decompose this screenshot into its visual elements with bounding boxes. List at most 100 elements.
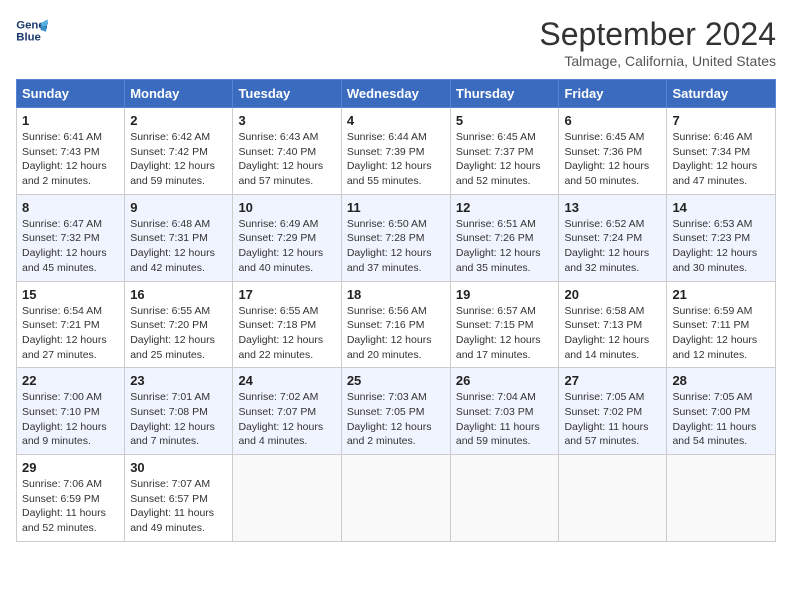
- day-info: Sunrise: 7:05 AMSunset: 7:02 PMDaylight:…: [564, 390, 661, 449]
- day-info: Sunrise: 6:45 AMSunset: 7:36 PMDaylight:…: [564, 130, 661, 189]
- day-cell: 25 Sunrise: 7:03 AMSunset: 7:05 PMDayligh…: [341, 368, 450, 455]
- day-info: Sunrise: 6:45 AMSunset: 7:37 PMDaylight:…: [456, 130, 554, 189]
- day-info: Sunrise: 6:56 AMSunset: 7:16 PMDaylight:…: [347, 304, 445, 363]
- day-cell: 22 Sunrise: 7:00 AMSunset: 7:10 PMDayligh…: [17, 368, 125, 455]
- week-row-4: 22 Sunrise: 7:00 AMSunset: 7:10 PMDayligh…: [17, 368, 776, 455]
- day-number: 1: [22, 113, 119, 128]
- weekday-header-tuesday: Tuesday: [233, 80, 341, 108]
- day-number: 30: [130, 460, 227, 475]
- day-info: Sunrise: 7:07 AMSunset: 6:57 PMDaylight:…: [130, 477, 227, 536]
- day-cell: [233, 455, 341, 542]
- weekday-header-saturday: Saturday: [667, 80, 776, 108]
- day-number: 7: [672, 113, 770, 128]
- day-info: Sunrise: 6:58 AMSunset: 7:13 PMDaylight:…: [564, 304, 661, 363]
- day-info: Sunrise: 7:05 AMSunset: 7:00 PMDaylight:…: [672, 390, 770, 449]
- day-number: 15: [22, 287, 119, 302]
- day-cell: 26 Sunrise: 7:04 AMSunset: 7:03 PMDayligh…: [450, 368, 559, 455]
- day-cell: 2 Sunrise: 6:42 AMSunset: 7:42 PMDaylight…: [125, 108, 233, 195]
- day-info: Sunrise: 6:57 AMSunset: 7:15 PMDaylight:…: [456, 304, 554, 363]
- day-number: 21: [672, 287, 770, 302]
- day-number: 3: [238, 113, 335, 128]
- svg-text:Blue: Blue: [16, 32, 41, 44]
- week-row-5: 29Sunrise: 7:06 AMSunset: 6:59 PMDayligh…: [17, 455, 776, 542]
- day-info: Sunrise: 6:48 AMSunset: 7:31 PMDaylight:…: [130, 217, 227, 276]
- day-info: Sunrise: 7:03 AMSunset: 7:05 PMDaylight:…: [347, 390, 445, 449]
- day-number: 25: [347, 373, 445, 388]
- day-info: Sunrise: 6:52 AMSunset: 7:24 PMDaylight:…: [564, 217, 661, 276]
- weekday-header-row: SundayMondayTuesdayWednesdayThursdayFrid…: [17, 80, 776, 108]
- day-cell: [341, 455, 450, 542]
- day-number: 28: [672, 373, 770, 388]
- weekday-header-friday: Friday: [559, 80, 667, 108]
- day-cell: 9 Sunrise: 6:48 AMSunset: 7:31 PMDaylight…: [125, 194, 233, 281]
- day-info: Sunrise: 6:59 AMSunset: 7:11 PMDaylight:…: [672, 304, 770, 363]
- day-info: Sunrise: 7:00 AMSunset: 7:10 PMDaylight:…: [22, 390, 119, 449]
- title-block: September 2024 Talmage, California, Unit…: [539, 16, 776, 69]
- logo-icon: General Blue: [16, 16, 48, 44]
- weekday-header-wednesday: Wednesday: [341, 80, 450, 108]
- day-number: 16: [130, 287, 227, 302]
- day-number: 29: [22, 460, 119, 475]
- day-cell: [559, 455, 667, 542]
- logo: General Blue: [16, 16, 48, 44]
- day-info: Sunrise: 6:41 AMSunset: 7:43 PMDaylight:…: [22, 130, 119, 189]
- day-cell: 21 Sunrise: 6:59 AMSunset: 7:11 PMDayligh…: [667, 281, 776, 368]
- calendar-table: SundayMondayTuesdayWednesdayThursdayFrid…: [16, 79, 776, 542]
- day-number: 2: [130, 113, 227, 128]
- month-title: September 2024: [539, 16, 776, 53]
- day-number: 13: [564, 200, 661, 215]
- day-cell: 4 Sunrise: 6:44 AMSunset: 7:39 PMDaylight…: [341, 108, 450, 195]
- day-info: Sunrise: 7:01 AMSunset: 7:08 PMDaylight:…: [130, 390, 227, 449]
- week-row-2: 8 Sunrise: 6:47 AMSunset: 7:32 PMDaylight…: [17, 194, 776, 281]
- day-info: Sunrise: 6:54 AMSunset: 7:21 PMDaylight:…: [22, 304, 119, 363]
- day-number: 23: [130, 373, 227, 388]
- day-number: 12: [456, 200, 554, 215]
- day-info: Sunrise: 6:51 AMSunset: 7:26 PMDaylight:…: [456, 217, 554, 276]
- day-cell: 29Sunrise: 7:06 AMSunset: 6:59 PMDayligh…: [17, 455, 125, 542]
- weekday-header-thursday: Thursday: [450, 80, 559, 108]
- day-info: Sunrise: 6:55 AMSunset: 7:18 PMDaylight:…: [238, 304, 335, 363]
- day-number: 27: [564, 373, 661, 388]
- day-info: Sunrise: 6:50 AMSunset: 7:28 PMDaylight:…: [347, 217, 445, 276]
- day-number: 8: [22, 200, 119, 215]
- day-number: 10: [238, 200, 335, 215]
- day-number: 22: [22, 373, 119, 388]
- location: Talmage, California, United States: [539, 53, 776, 69]
- day-info: Sunrise: 6:47 AMSunset: 7:32 PMDaylight:…: [22, 217, 119, 276]
- day-number: 4: [347, 113, 445, 128]
- day-cell: 8 Sunrise: 6:47 AMSunset: 7:32 PMDaylight…: [17, 194, 125, 281]
- day-cell: [667, 455, 776, 542]
- day-number: 17: [238, 287, 335, 302]
- day-number: 11: [347, 200, 445, 215]
- day-number: 9: [130, 200, 227, 215]
- day-cell: 3 Sunrise: 6:43 AMSunset: 7:40 PMDaylight…: [233, 108, 341, 195]
- day-cell: 19Sunrise: 6:57 AMSunset: 7:15 PMDayligh…: [450, 281, 559, 368]
- day-info: Sunrise: 6:44 AMSunset: 7:39 PMDaylight:…: [347, 130, 445, 189]
- day-info: Sunrise: 6:55 AMSunset: 7:20 PMDaylight:…: [130, 304, 227, 363]
- day-info: Sunrise: 6:42 AMSunset: 7:42 PMDaylight:…: [130, 130, 227, 189]
- weekday-header-monday: Monday: [125, 80, 233, 108]
- day-info: Sunrise: 7:02 AMSunset: 7:07 PMDaylight:…: [238, 390, 335, 449]
- day-number: 26: [456, 373, 554, 388]
- day-cell: 20Sunrise: 6:58 AMSunset: 7:13 PMDayligh…: [559, 281, 667, 368]
- day-info: Sunrise: 6:49 AMSunset: 7:29 PMDaylight:…: [238, 217, 335, 276]
- weekday-header-sunday: Sunday: [17, 80, 125, 108]
- day-info: Sunrise: 7:04 AMSunset: 7:03 PMDaylight:…: [456, 390, 554, 449]
- day-number: 6: [564, 113, 661, 128]
- day-cell: 12 Sunrise: 6:51 AMSunset: 7:26 PMDayligh…: [450, 194, 559, 281]
- week-row-1: 1 Sunrise: 6:41 AMSunset: 7:43 PMDaylight…: [17, 108, 776, 195]
- day-cell: 15 Sunrise: 6:54 AMSunset: 7:21 PMDayligh…: [17, 281, 125, 368]
- day-cell: [450, 455, 559, 542]
- day-info: Sunrise: 6:43 AMSunset: 7:40 PMDaylight:…: [238, 130, 335, 189]
- day-cell: 30 Sunrise: 7:07 AMSunset: 6:57 PMDayligh…: [125, 455, 233, 542]
- day-cell: 18Sunrise: 6:56 AMSunset: 7:16 PMDayligh…: [341, 281, 450, 368]
- day-number: 5: [456, 113, 554, 128]
- day-cell: 13 Sunrise: 6:52 AMSunset: 7:24 PMDayligh…: [559, 194, 667, 281]
- day-cell: 23 Sunrise: 7:01 AMSunset: 7:08 PMDayligh…: [125, 368, 233, 455]
- week-row-3: 15 Sunrise: 6:54 AMSunset: 7:21 PMDayligh…: [17, 281, 776, 368]
- day-cell: 1 Sunrise: 6:41 AMSunset: 7:43 PMDaylight…: [17, 108, 125, 195]
- day-cell: 6 Sunrise: 6:45 AMSunset: 7:36 PMDaylight…: [559, 108, 667, 195]
- day-cell: 7Sunrise: 6:46 AMSunset: 7:34 PMDaylight…: [667, 108, 776, 195]
- day-cell: 14Sunrise: 6:53 AMSunset: 7:23 PMDayligh…: [667, 194, 776, 281]
- day-cell: 27 Sunrise: 7:05 AMSunset: 7:02 PMDayligh…: [559, 368, 667, 455]
